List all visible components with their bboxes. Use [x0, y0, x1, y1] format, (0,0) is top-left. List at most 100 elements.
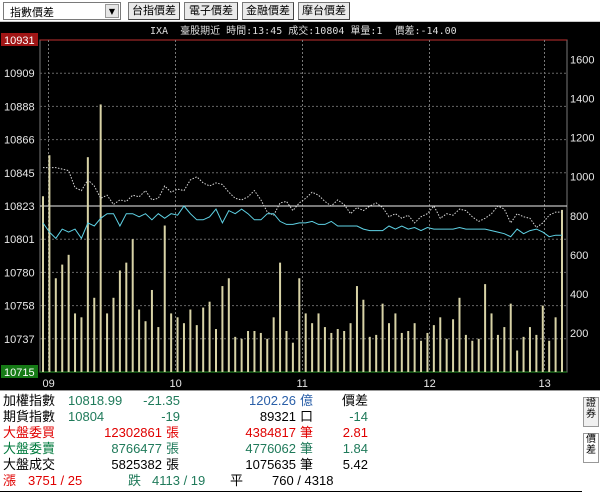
- price-tick-label: 10758: [4, 301, 35, 313]
- quote-amount: 89321: [259, 409, 296, 424]
- volume-bar: [202, 307, 205, 372]
- quote-unit: 億: [300, 393, 314, 408]
- volume-bar: [311, 323, 314, 372]
- volume-bar: [452, 319, 455, 372]
- price-tick-label: 10780: [4, 267, 35, 279]
- volume-bar: [362, 299, 365, 372]
- volume-bar: [522, 336, 525, 372]
- volume-bar: [208, 301, 211, 372]
- quote-unit: 張: [166, 457, 180, 472]
- index-type-dropdown[interactable]: 指數價差 ▼: [3, 2, 121, 20]
- price-tick-label: 10801: [4, 234, 35, 246]
- volume-bar: [74, 313, 77, 372]
- quote-panel: 加權指數 10818.99 -21.35 1202.26 億價差 期貨指數 10804 -19…: [0, 390, 600, 492]
- volume-bar: [490, 313, 493, 372]
- volume-bar: [42, 196, 44, 372]
- volume-bar: [253, 330, 256, 372]
- volume-bar: [99, 104, 102, 373]
- volume-tick-label: 1600: [570, 55, 594, 67]
- volume-bar: [516, 350, 519, 372]
- finance-spread-button[interactable]: 金融價差: [242, 2, 294, 20]
- volume-bar: [298, 278, 301, 372]
- quote-spread: 5.42: [342, 457, 368, 472]
- volume-bar: [413, 323, 416, 372]
- volume-bar: [304, 313, 307, 372]
- volume-bar: [125, 262, 128, 372]
- quote-value: 10818.99: [68, 393, 123, 408]
- volume-bar: [138, 309, 141, 372]
- volume-bar: [388, 323, 390, 372]
- volume-bar: [330, 332, 333, 372]
- x-tick-label: 13: [539, 378, 551, 390]
- volume-bar: [439, 317, 442, 372]
- tab-spread[interactable]: 價差: [583, 433, 599, 463]
- breadth-flat-value: 760 / 4318: [272, 473, 334, 488]
- volume-bar: [336, 329, 339, 372]
- volume-bar: [118, 270, 121, 372]
- volume-bar: [407, 330, 410, 372]
- volume-bar: [221, 286, 224, 372]
- volume-bar: [548, 340, 551, 372]
- volume-tick-label: 600: [570, 250, 588, 262]
- x-tick-label: 10: [170, 378, 182, 390]
- volume-tick-label: 200: [570, 328, 588, 340]
- volume-bar: [247, 330, 250, 372]
- taiex-spread-button[interactable]: 台指價差: [128, 2, 180, 20]
- volume-bar: [234, 336, 237, 372]
- quote-row: 大盤成交 5825382 張 1075635 筆 5.42: [0, 457, 580, 473]
- quote-label: 期貨指數: [3, 409, 56, 424]
- volume-bar: [561, 209, 563, 372]
- volume-bar: [400, 332, 403, 372]
- volume-bar: [54, 278, 57, 372]
- tab-securities[interactable]: 證券: [583, 397, 599, 427]
- volume-bar: [394, 313, 397, 372]
- volume-bar: [477, 338, 480, 372]
- volume-bar: [93, 297, 96, 372]
- volume-bar: [484, 284, 487, 372]
- volume-bar: [458, 297, 461, 372]
- breadth-flat-label: 平: [230, 473, 244, 488]
- volume-bar: [420, 340, 423, 372]
- quote-spread: 1.84: [342, 441, 368, 456]
- volume-tick-label: 1400: [570, 94, 594, 106]
- quote-amount: 1202.26: [249, 393, 296, 408]
- volume-bar: [266, 338, 269, 372]
- chart-header-info: IXA 臺股期近 時間:13:45 成交:10804 單量:1 價差:-14.0…: [150, 26, 457, 37]
- electronics-spread-button[interactable]: 電子價差: [184, 2, 238, 20]
- x-tick-label: 12: [424, 378, 436, 390]
- volume-bar: [86, 157, 89, 372]
- chevron-down-icon[interactable]: ▼: [105, 4, 119, 18]
- intraday-chart[interactable]: 09 10 11 12 13 10931 10909 10888 10866 10845 10823…: [0, 22, 600, 390]
- quote-unit: 筆: [300, 425, 314, 440]
- price-tick-label: 10931: [4, 35, 35, 47]
- market-breadth-row: 漲 3751 / 25 跌 4113 / 19 平 760 / 4318: [0, 473, 580, 489]
- volume-bar: [381, 303, 384, 372]
- volume-bar: [112, 297, 115, 372]
- quote-change: 12302861: [104, 425, 162, 440]
- volume-bar: [144, 321, 147, 372]
- chart-panel: 09 10 11 12 13 10931 10909 10888 10866 10845 10823…: [0, 22, 600, 390]
- breadth-down-label: 跌: [128, 473, 142, 488]
- volume-bar: [528, 327, 531, 372]
- quote-amount: 4776062: [245, 441, 296, 456]
- volume-bar: [272, 317, 275, 372]
- volume-bar: [259, 332, 262, 372]
- volume-bar: [432, 325, 435, 372]
- msci-taiwan-spread-button[interactable]: 摩台價差: [298, 2, 350, 20]
- volume-bar: [368, 336, 371, 372]
- volume-bar: [426, 332, 429, 372]
- volume-bar: [355, 286, 358, 372]
- volume-bar: [163, 225, 166, 372]
- quote-change: -21.35: [143, 393, 180, 408]
- volume-bar: [541, 305, 544, 372]
- volume-bar: [445, 338, 448, 372]
- quote-change: 8766477: [111, 441, 162, 456]
- breadth-up-value: 3751 / 25: [28, 473, 83, 488]
- volume-bar: [157, 327, 160, 372]
- volume-bar: [554, 317, 557, 372]
- price-tick-label: 10866: [4, 135, 35, 147]
- volume-bar: [375, 334, 378, 372]
- volume-bar: [509, 303, 512, 372]
- price-tick-label: 10737: [4, 334, 35, 346]
- volume-bar: [67, 254, 70, 372]
